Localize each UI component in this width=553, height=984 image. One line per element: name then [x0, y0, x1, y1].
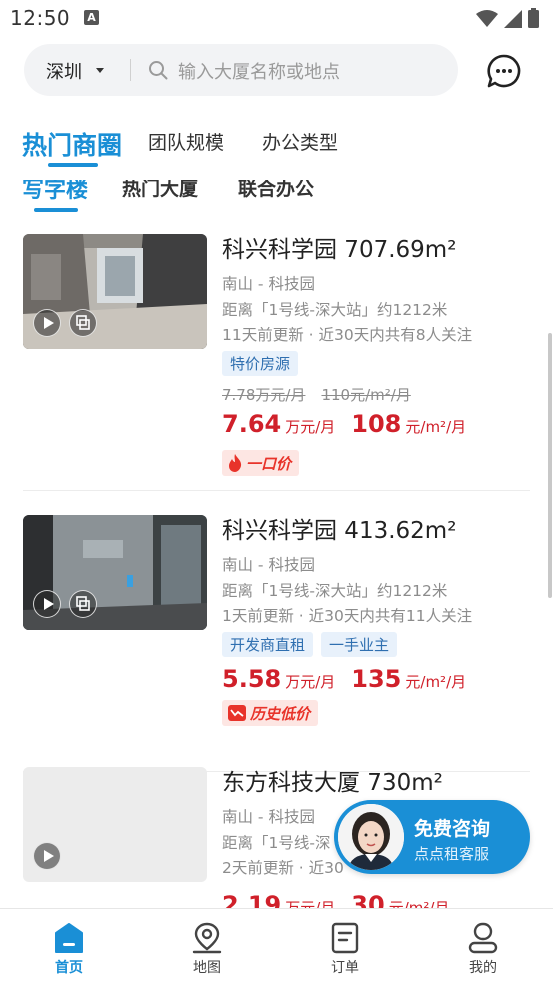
old-price: 7.78万元/月 110元/m²/月 — [222, 384, 427, 405]
price-total: 2.19 — [222, 891, 282, 908]
play-video-icon[interactable] — [33, 842, 61, 870]
status-bar: 12:50 A — [0, 0, 553, 38]
listing-distance: 距离「1号线-深 — [222, 834, 331, 852]
price-total: 7.64 — [222, 410, 282, 438]
avatar — [338, 804, 404, 870]
old-total-price: 7.78万元/月 — [222, 386, 306, 404]
price-row: 2.19 万元/月 30 元/m²/月 — [222, 891, 465, 908]
listing-title: 科兴科学园 707.69m² — [222, 237, 457, 263]
free-consult-button[interactable]: 免费咨询 点点租客服 — [334, 800, 530, 874]
price-total: 5.58 — [222, 665, 282, 693]
message-icon[interactable] — [487, 54, 521, 88]
listing-photo[interactable] — [23, 515, 207, 630]
play-video-icon[interactable] — [33, 309, 61, 337]
status-time: 12:50 — [10, 6, 71, 30]
nav-label: 地图 — [193, 960, 221, 976]
scrollbar[interactable] — [548, 333, 552, 598]
notification-icon: A — [84, 10, 99, 25]
listing-distance: 距离「1号线-深大站」约1212米 — [222, 301, 448, 319]
price-per-sqm-unit: 元/m²/月 — [405, 673, 467, 691]
search-bar[interactable]: 深圳 输入大厦名称或地点 — [24, 44, 458, 96]
chevron-down-icon — [96, 68, 104, 73]
subtab-office-building[interactable]: 写字楼 — [22, 180, 88, 204]
listing-tag: 特价房源 — [222, 351, 299, 376]
play-video-icon[interactable] — [33, 590, 61, 618]
city-selector[interactable]: 深圳 — [46, 58, 82, 84]
subtab-indicator — [34, 208, 78, 212]
price-per-sqm-unit: 元/m²/月 — [405, 418, 467, 436]
listing-area: 南山 - 科技园 — [222, 556, 315, 574]
tab-office-type[interactable]: 办公类型 — [262, 128, 338, 155]
vr-view-icon[interactable] — [69, 309, 97, 337]
flame-icon — [229, 454, 242, 472]
nav-profile[interactable]: 我的 — [443, 921, 523, 977]
price-row: 7.64 万元/月 108 元/m²/月 — [222, 410, 482, 438]
divider — [130, 59, 131, 81]
listing-tag: 一手业主 — [321, 632, 398, 657]
vr-view-icon[interactable] — [69, 590, 97, 618]
wifi-icon — [476, 10, 498, 27]
home-icon — [55, 923, 83, 953]
listing-title: 东方科技大厦 730m² — [222, 770, 443, 796]
category-tabs: 热门商圈 团队规模 办公类型 — [0, 118, 553, 168]
listing-photo[interactable] — [23, 767, 207, 882]
search-icon — [149, 61, 168, 80]
divider — [23, 490, 530, 491]
listing-update: 11天前更新 · 近30天内共有8人关注 — [222, 326, 473, 344]
nav-label: 首页 — [55, 960, 83, 976]
listing-tags: 特价房源 — [222, 351, 299, 376]
listing-area: 南山 - 科技园 — [222, 275, 315, 293]
tab-team-size[interactable]: 团队规模 — [148, 128, 224, 155]
price-per-sqm-unit: 元/m²/月 — [388, 899, 450, 908]
old-unit-price: 110元/m²/月 — [321, 386, 411, 404]
listing-card[interactable]: 科兴科学园 707.69m² 南山 - 科技园 距离「1号线-深大站」约1212… — [0, 214, 553, 491]
consult-title: 免费咨询 — [414, 818, 491, 840]
nav-orders[interactable]: 订单 — [305, 921, 385, 977]
battery-icon — [528, 8, 539, 28]
listing-photo[interactable] — [23, 234, 207, 349]
nav-home[interactable]: 首页 — [29, 921, 109, 977]
badge-label: 历史低价 — [250, 704, 311, 723]
listing-tags: 开发商直租 一手业主 — [222, 632, 398, 657]
price-per-sqm: 135 — [351, 665, 402, 693]
tab-hot-area[interactable]: 热门商圈 — [22, 126, 122, 162]
listing-update: 2天前更新 · 近30 — [222, 859, 344, 877]
map-pin-icon — [192, 922, 222, 954]
price-badge: 历史低价 — [222, 700, 319, 726]
consult-subtitle: 点点租客服 — [414, 845, 490, 863]
listing-area: 南山 - 科技园 — [222, 808, 315, 826]
listing-distance: 距离「1号线-深大站」约1212米 — [222, 582, 448, 600]
sub-tabs: 写字楼 热门大厦 联合办公 — [0, 180, 553, 214]
badge-label: 一口价 — [246, 454, 292, 473]
price-total-unit: 万元/月 — [285, 673, 336, 691]
nav-map[interactable]: 地图 — [167, 921, 247, 977]
listing-update: 1天前更新 · 近30天内共有11人关注 — [222, 607, 473, 625]
nav-label: 订单 — [331, 960, 359, 976]
listing-title: 科兴科学园 413.62m² — [222, 518, 457, 544]
listing-card[interactable]: 科兴科学园 413.62m² 南山 - 科技园 距离「1号线-深大站」约1212… — [0, 495, 553, 772]
price-per-sqm: 30 — [351, 891, 385, 908]
user-icon — [468, 922, 498, 954]
order-icon — [331, 922, 359, 954]
subtab-coworking[interactable]: 联合办公 — [238, 180, 314, 201]
trend-down-icon — [228, 705, 246, 721]
price-per-sqm: 108 — [351, 410, 402, 438]
signal-icon — [504, 10, 522, 28]
tab-indicator — [48, 163, 98, 167]
search-input[interactable]: 输入大厦名称或地点 — [178, 58, 340, 84]
status-icons — [476, 8, 539, 28]
price-row: 5.58 万元/月 135 元/m²/月 — [222, 665, 482, 693]
nav-label: 我的 — [469, 960, 497, 976]
price-total-unit: 万元/月 — [285, 899, 336, 908]
subtab-hot-building[interactable]: 热门大厦 — [122, 180, 198, 201]
bottom-nav: 首页 地图 订单 我的 — [0, 908, 553, 984]
price-badge: 一口价 — [222, 450, 300, 476]
listing-tag: 开发商直租 — [222, 632, 314, 657]
price-total-unit: 万元/月 — [285, 418, 336, 436]
